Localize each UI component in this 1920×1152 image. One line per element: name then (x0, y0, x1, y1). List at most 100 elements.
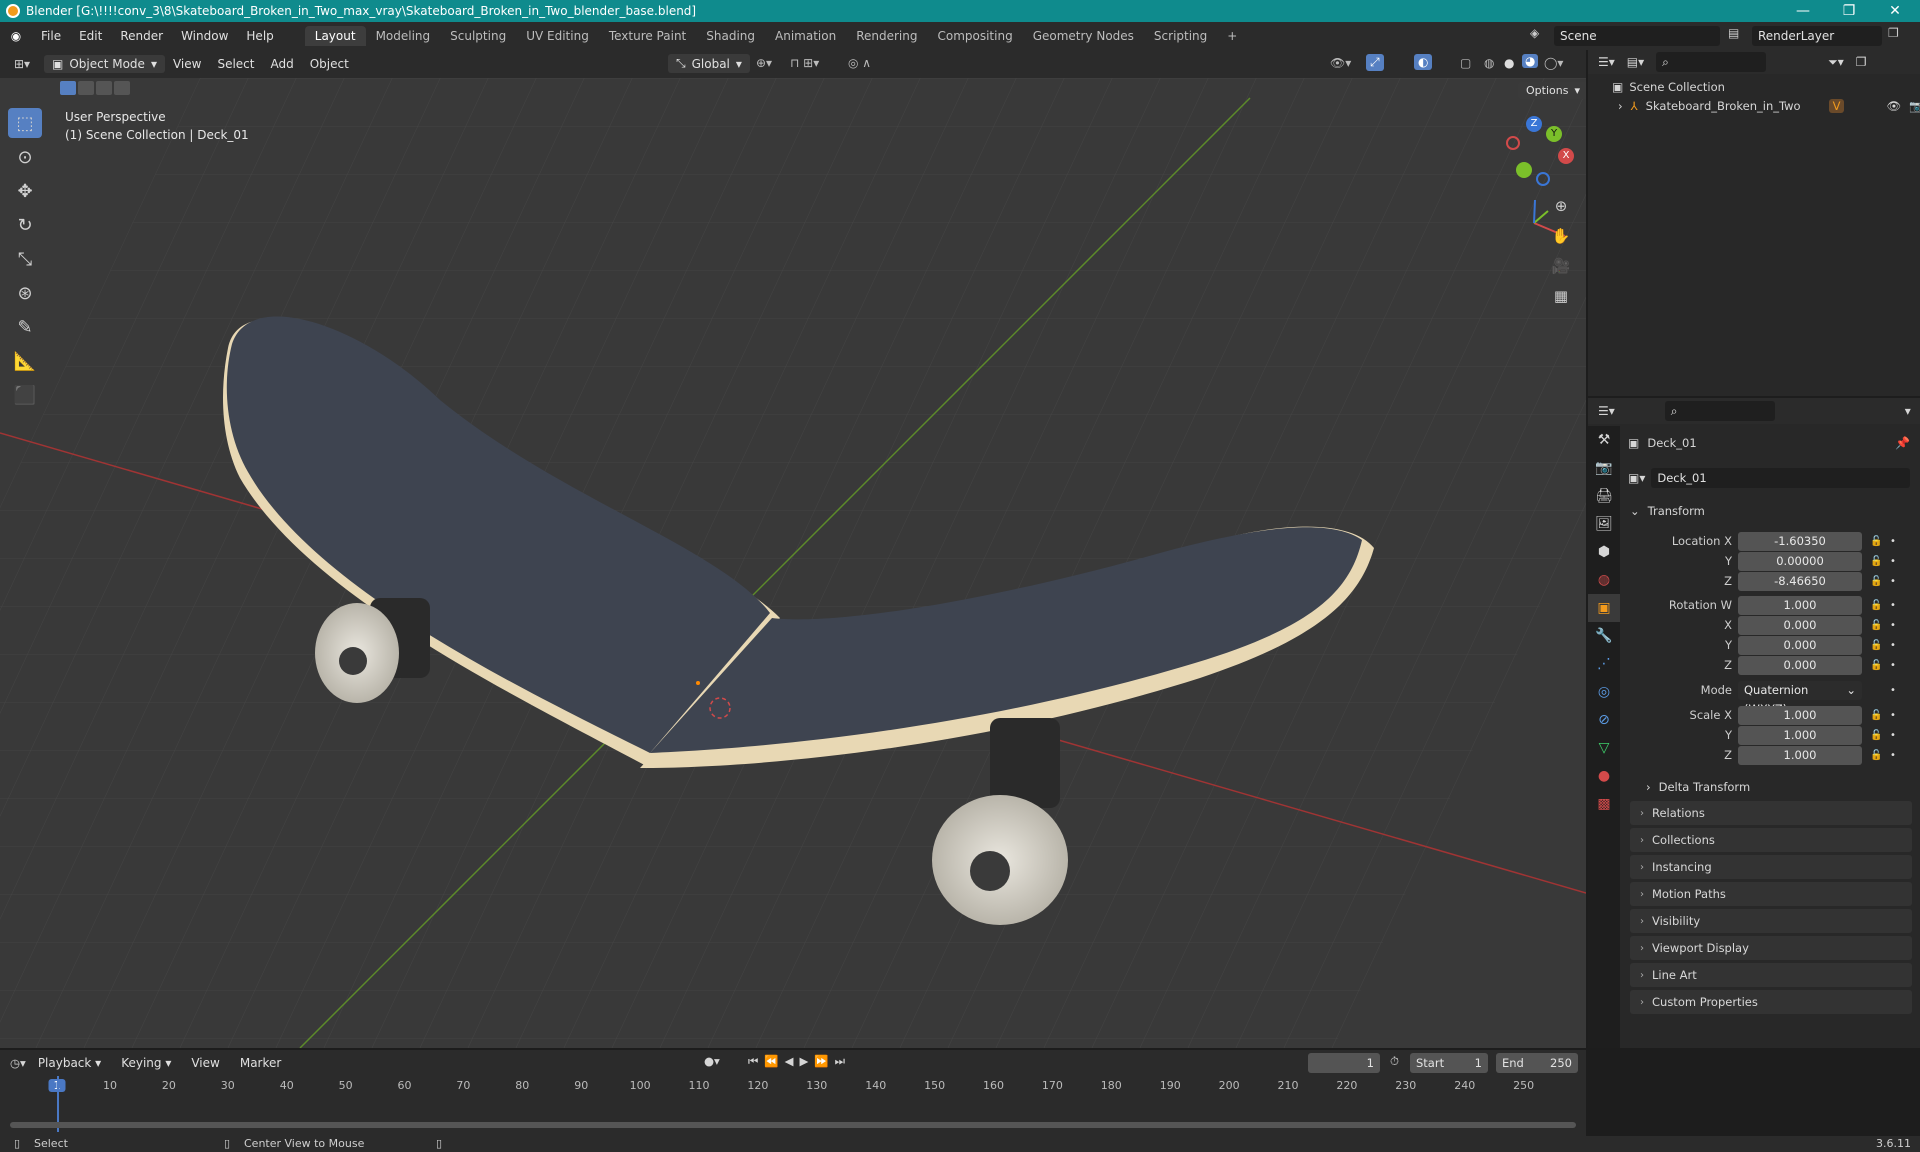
workspace-tab-animation[interactable]: Animation (765, 26, 846, 46)
lock-icon[interactable]: 🔓 (1870, 576, 1884, 587)
select-mode-buttons[interactable] (60, 78, 140, 98)
filter-icon[interactable]: ⏷▾ (1828, 55, 1844, 70)
menu-edit[interactable]: Edit (70, 29, 111, 43)
start-frame-field[interactable]: Start 1 (1410, 1053, 1488, 1073)
properties-editor-icon[interactable]: ☰▾ (1598, 404, 1615, 418)
pivot-icon[interactable]: ⊕▾ (756, 56, 772, 70)
outliner-item[interactable]: › ⅄ Skateboard_Broken_in_Two V 👁 📷 (1588, 94, 1920, 113)
panel-custom-properties[interactable]: › Custom Properties (1630, 990, 1912, 1014)
lock-icon[interactable]: 🔓 (1870, 536, 1884, 547)
3d-viewport[interactable]: User Perspective (1) Scene Collection | … (0, 78, 1586, 1048)
keyframe-dot-icon[interactable]: • (1890, 640, 1900, 651)
scale-tool-icon[interactable]: ⤡ (8, 244, 42, 274)
render-camera-icon[interactable]: 📷 (1909, 99, 1920, 113)
keyframe-dot-icon[interactable]: • (1890, 620, 1900, 631)
current-frame-field[interactable]: 1 (1308, 1053, 1380, 1073)
rotation-w-field[interactable]: 1.000 (1738, 595, 1862, 615)
keyframe-dot-icon[interactable]: • (1890, 600, 1900, 611)
keyframe-dot-icon[interactable]: • (1890, 556, 1900, 567)
camera-view-icon[interactable]: 🎥 (1548, 253, 1574, 279)
new-collection-icon[interactable]: ❐ (1856, 55, 1867, 69)
panel-motion-paths[interactable]: › Motion Paths (1630, 882, 1912, 906)
gizmo-y-icon[interactable]: Y (1546, 126, 1562, 142)
playback-menu[interactable]: Playback ▾ (30, 1054, 109, 1072)
menu-select[interactable]: Select (209, 55, 262, 73)
navigation-gizmo[interactable]: Z Y X (1504, 116, 1574, 186)
cursor-tool-icon[interactable]: ⊙ (8, 142, 42, 172)
object-type-icon[interactable]: ▣▾ (1628, 471, 1645, 485)
lock-icon[interactable]: 🔓 (1870, 640, 1884, 651)
gizmo-neg-y-icon[interactable] (1516, 162, 1532, 178)
panel-collections[interactable]: › Collections (1630, 828, 1912, 852)
rotation-mode-dropdown[interactable]: Quaternion (WXYZ)⌄ (1738, 680, 1862, 716)
lock-icon[interactable]: 🔓 (1870, 710, 1884, 721)
gizmo-neg-x-icon[interactable] (1506, 136, 1520, 150)
timeline-view-menu[interactable]: View (183, 1054, 227, 1072)
delta-transform-subpanel[interactable]: › Delta Transform (1646, 776, 1750, 798)
keying-menu[interactable]: Keying ▾ (113, 1054, 179, 1072)
data-tab-icon[interactable]: ▽ (1588, 734, 1620, 762)
panel-visibility[interactable]: › Visibility (1630, 909, 1912, 933)
frame-ruler[interactable]: 1102030405060708090100110120130140150160… (0, 1076, 1586, 1096)
physics-tab-icon[interactable]: ◎ (1588, 678, 1620, 706)
close-button[interactable]: ✕ (1872, 0, 1918, 22)
scene-icon[interactable]: ◈ (1530, 26, 1539, 40)
auto-keying-icon[interactable]: ●▾ (704, 1054, 720, 1068)
render-layer-icon[interactable]: ▤ (1728, 26, 1739, 40)
gizmo-x-icon[interactable]: X (1558, 148, 1574, 164)
pin-icon[interactable]: 📌 (1895, 436, 1910, 450)
panel-relations[interactable]: › Relations (1630, 801, 1912, 825)
proportional-edit-icon[interactable]: ◎ ∧ (848, 56, 871, 70)
keyframe-dot-icon[interactable]: • (1890, 750, 1900, 761)
scene-selector[interactable]: Scene (1554, 26, 1720, 46)
workspace-tab-rendering[interactable]: Rendering (846, 26, 927, 46)
add-workspace-button[interactable]: + (1217, 26, 1247, 46)
workspace-tab-geometry-nodes[interactable]: Geometry Nodes (1023, 26, 1144, 46)
visibility-icon[interactable]: 👁▾ (1330, 56, 1351, 70)
panel-viewport-display[interactable]: › Viewport Display (1630, 936, 1912, 960)
gizmo-toggle-icon[interactable]: ⤢ (1366, 54, 1384, 71)
select-extend-icon[interactable] (78, 81, 94, 95)
keyframe-dot-icon[interactable]: • (1890, 576, 1900, 587)
wireframe-shading-icon[interactable]: ◍ (1484, 56, 1494, 70)
rotation-y-field[interactable]: 0.000 (1738, 635, 1862, 655)
playback-controls[interactable]: ⏮⏪◀▶⏩⏭ (748, 1054, 851, 1069)
scene-collection-row[interactable]: ▣ Scene Collection (1588, 74, 1920, 94)
particles-tab-icon[interactable]: ⋰ (1588, 650, 1620, 678)
tool-tab-icon[interactable]: ⚒ (1588, 426, 1620, 454)
gizmo-neg-z-icon[interactable] (1536, 172, 1550, 186)
end-frame-field[interactable]: End 250 (1496, 1053, 1578, 1073)
menu-object[interactable]: Object (302, 55, 357, 73)
gizmo-z-icon[interactable]: Z (1526, 116, 1542, 132)
constraints-tab-icon[interactable]: ⊘ (1588, 706, 1620, 734)
rotation-z-field[interactable]: 0.000 (1738, 655, 1862, 675)
outliner-editor-icon[interactable]: ☰▾ (1598, 55, 1615, 69)
workspace-tab-sculpting[interactable]: Sculpting (440, 26, 516, 46)
select-subtract-icon[interactable] (96, 81, 112, 95)
stopwatch-icon[interactable]: ⏱ (1390, 1054, 1399, 1069)
keyframe-dot-icon[interactable]: • (1890, 710, 1900, 721)
editor-type-icon[interactable]: ⊞▾ (0, 57, 44, 71)
properties-search-input[interactable]: ⌕ (1664, 401, 1775, 421)
menu-window[interactable]: Window (172, 29, 237, 43)
workspace-tab-scripting[interactable]: Scripting (1144, 26, 1217, 46)
select-new-icon[interactable] (60, 81, 76, 95)
orientation-dropdown[interactable]: ⤡ Global ▾ (668, 54, 750, 73)
workspace-tab-modeling[interactable]: Modeling (366, 26, 441, 46)
workspace-tab-texture-paint[interactable]: Texture Paint (599, 26, 696, 46)
keyframe-dot-icon[interactable]: • (1890, 660, 1900, 671)
view-layer-tab-icon[interactable]: 🖼 (1588, 510, 1620, 538)
measure-tool-icon[interactable]: 📐 (8, 346, 42, 376)
move-tool-icon[interactable]: ✥ (8, 176, 42, 206)
display-mode-icon[interactable]: ▤▾ (1627, 55, 1644, 69)
annotate-tool-icon[interactable]: ✎ (8, 312, 42, 342)
lock-icon[interactable]: 🔓 (1870, 660, 1884, 671)
render-layer-selector[interactable]: RenderLayer (1752, 26, 1882, 46)
add-cube-tool-icon[interactable]: ⬛ (8, 380, 42, 410)
ortho-grid-icon[interactable]: ▦ (1548, 283, 1574, 309)
lock-icon[interactable]: 🔓 (1870, 620, 1884, 631)
rotation-x-field[interactable]: 0.000 (1738, 615, 1862, 635)
snap-icon[interactable]: ⊓ ⊞▾ (790, 56, 819, 70)
workspace-tab-uv-editing[interactable]: UV Editing (516, 26, 599, 46)
menu-render[interactable]: Render (111, 29, 172, 43)
